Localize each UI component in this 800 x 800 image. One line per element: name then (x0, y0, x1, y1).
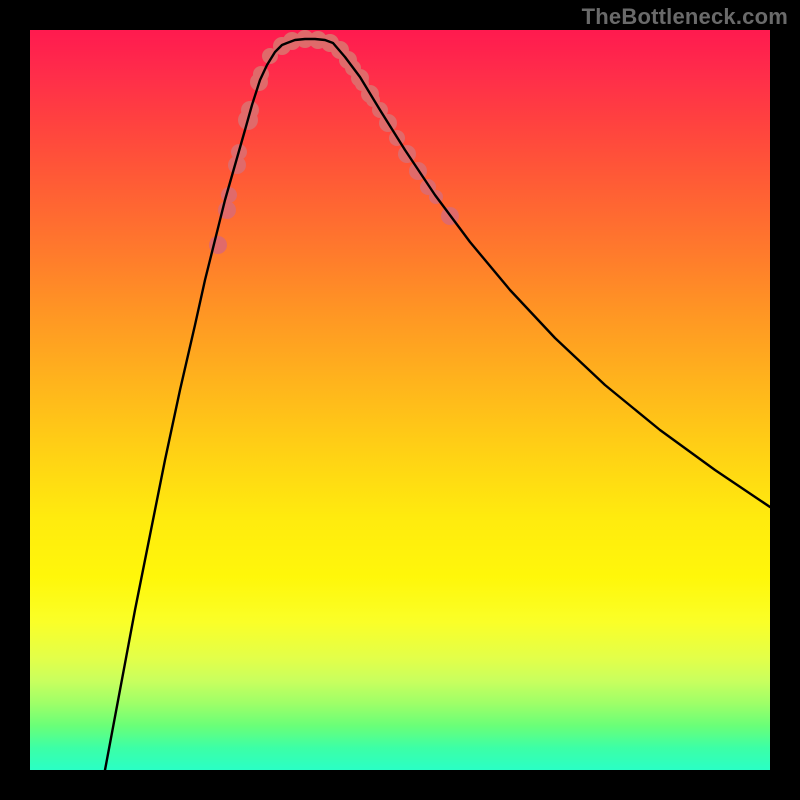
marker-layer (209, 30, 459, 254)
chart-frame: TheBottleneck.com (0, 0, 800, 800)
chart-svg (30, 30, 770, 770)
bottleneck-curve (105, 39, 770, 770)
watermark-text: TheBottleneck.com (582, 4, 788, 30)
plot-area (30, 30, 770, 770)
